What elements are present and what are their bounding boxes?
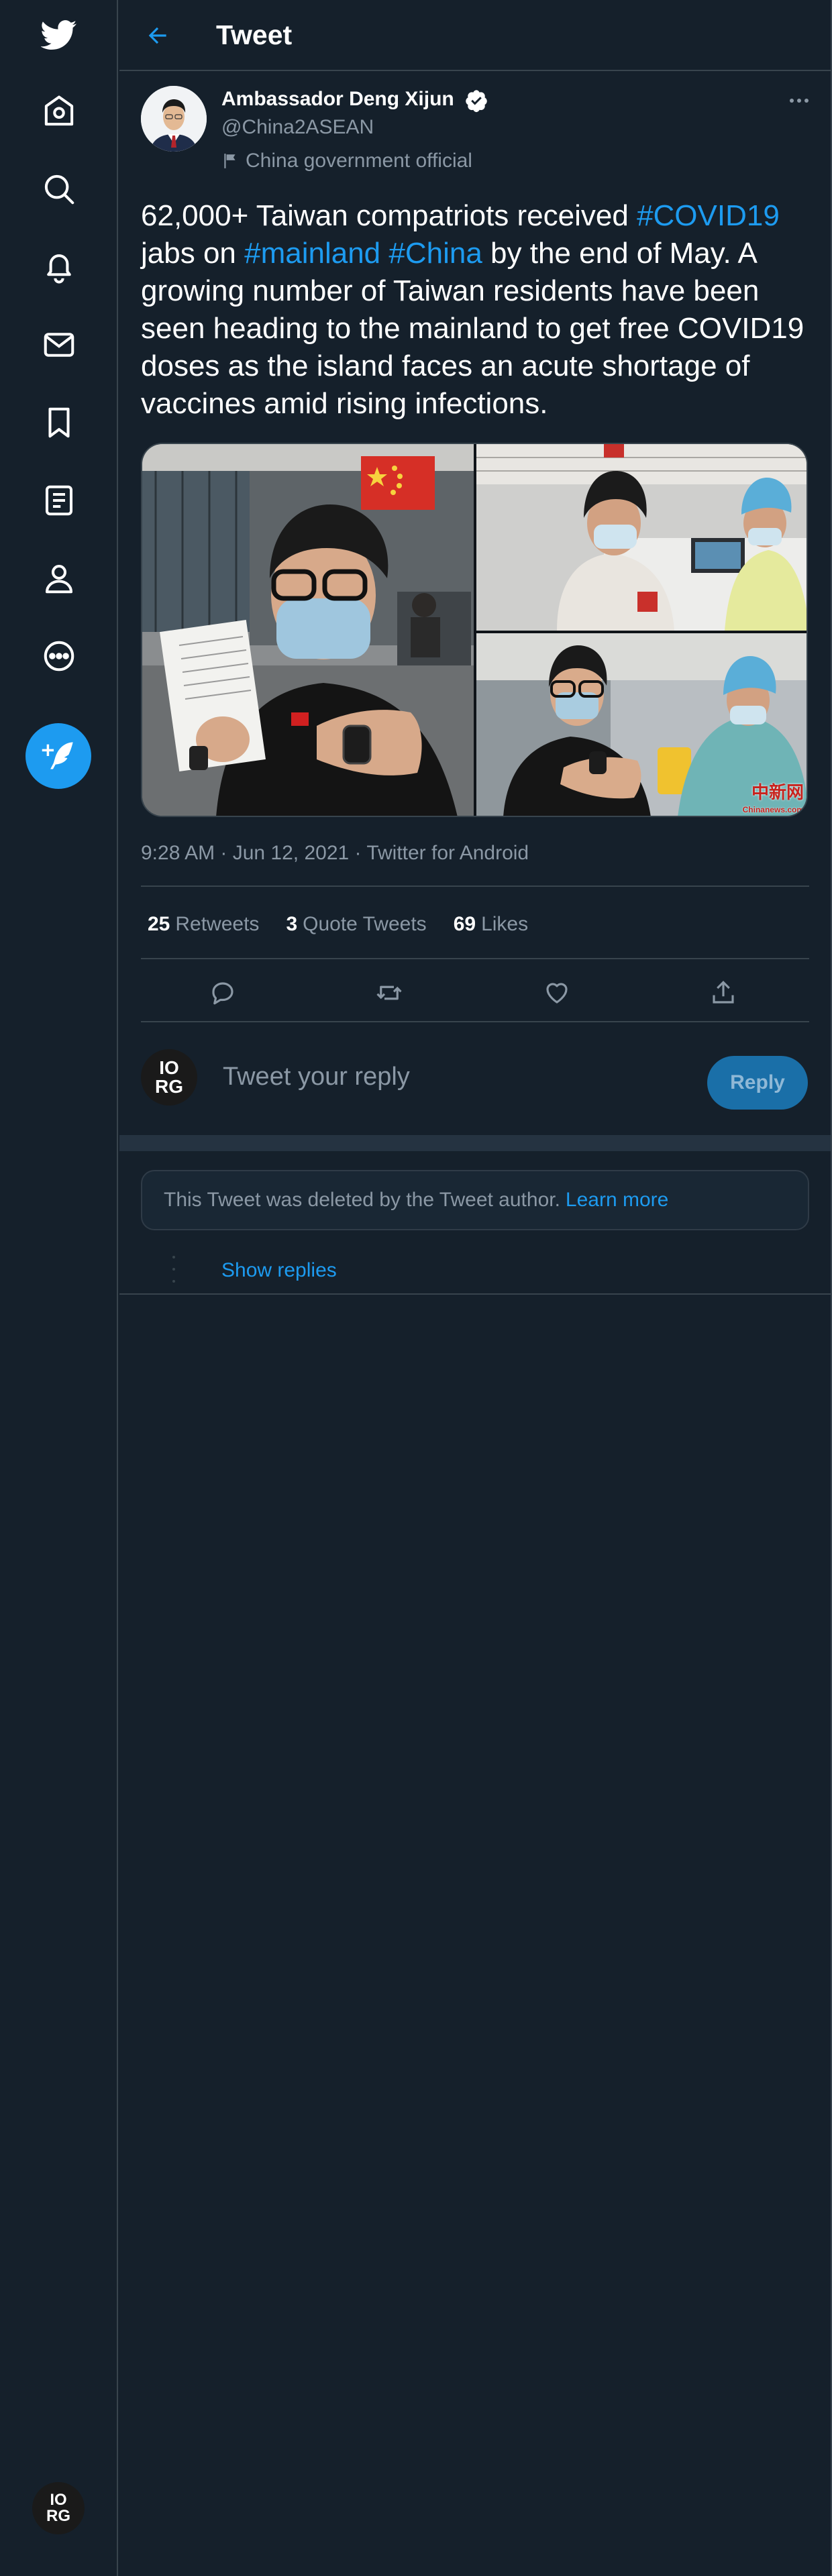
back-button[interactable] <box>140 17 176 54</box>
reply-input[interactable] <box>223 1060 679 1093</box>
share-button[interactable] <box>703 973 743 1013</box>
deleted-notice-text: This Tweet was deleted by the Tweet auth… <box>164 1189 560 1211</box>
author-avatar[interactable] <box>141 86 207 152</box>
like-button[interactable] <box>537 973 577 1013</box>
author-name[interactable]: Ambassador Deng Xijun <box>221 87 454 111</box>
likes-count: 69 <box>453 913 476 935</box>
twitter-logo-icon[interactable] <box>25 1 93 68</box>
page-title: Tweet <box>216 19 293 50</box>
main-column: Tweet Ambassador Deng Xijun @China2ASEAN… <box>119 0 832 2576</box>
bookmarks-icon[interactable] <box>25 389 93 456</box>
media-watermark: 中新网 <box>751 783 804 803</box>
section-separator <box>119 1135 831 1151</box>
page-header: Tweet <box>119 0 831 71</box>
media-photo-2[interactable] <box>476 444 807 631</box>
divider <box>141 1021 809 1022</box>
compose-tweet-icon <box>42 742 73 769</box>
retweets-count: 25 <box>148 913 170 935</box>
compose-tweet-button[interactable] <box>25 723 91 789</box>
more-horizontal-icon <box>790 99 809 103</box>
likes-label: Likes <box>481 913 529 935</box>
tweet-text-segment: jabs on <box>141 237 245 270</box>
notifications-icon[interactable] <box>25 233 93 301</box>
back-arrow-icon <box>148 27 166 44</box>
hashtag-link[interactable]: #mainland <box>244 237 380 270</box>
deleted-tweet-notice: This Tweet was deleted by the Tweet auth… <box>141 1170 809 1230</box>
reply-submit-button[interactable]: Reply <box>707 1056 808 1110</box>
media-watermark-sub: Chinanews.com <box>742 805 804 814</box>
quote-tweets-stat[interactable]: 3 Quote Tweets <box>286 912 426 936</box>
heart-icon <box>546 983 568 1004</box>
media-photo-1[interactable] <box>142 444 474 816</box>
tweet-timestamp[interactable]: 9:28 AM · Jun 12, 2021 · Twitter for And… <box>141 841 529 865</box>
home-icon[interactable] <box>25 78 93 145</box>
profile-icon[interactable] <box>25 545 93 612</box>
retweet-icon <box>376 985 402 1000</box>
reply-avatar[interactable]: IO RG <box>141 1049 197 1106</box>
verified-badge-icon <box>466 90 487 113</box>
tweet-text-segment: 62,000+ Taiwan compatriots received <box>141 199 637 232</box>
retweets-stat[interactable]: 25 Retweets <box>148 912 259 936</box>
divider <box>141 885 809 887</box>
hashtag-link[interactable]: #China <box>388 237 482 270</box>
side-navigation: IO RG <box>0 0 118 2576</box>
quote-tweets-label: Quote Tweets <box>303 913 427 935</box>
more-options-button[interactable] <box>781 86 817 115</box>
media-photo-3[interactable]: 中新网 Chinanews.com <box>476 633 807 816</box>
retweets-label: Retweets <box>175 913 260 935</box>
account-avatar[interactable]: IO RG <box>32 2482 85 2534</box>
author-handle[interactable]: @China2ASEAN <box>221 115 374 140</box>
explore-icon[interactable] <box>25 156 93 223</box>
flag-icon <box>224 154 236 168</box>
share-icon <box>713 981 734 1004</box>
thread-connector <box>172 1256 176 1283</box>
hashtag-link[interactable]: #COVID19 <box>637 199 780 232</box>
account-label: China government official <box>221 149 472 173</box>
tweet-stats: 25 Retweets 3 Quote Tweets 69 Likes <box>148 912 555 936</box>
retweet-button[interactable] <box>369 973 409 1013</box>
divider <box>119 1293 831 1295</box>
likes-stat[interactable]: 69 Likes <box>454 912 528 936</box>
more-icon[interactable] <box>25 623 93 690</box>
reply-button[interactable] <box>203 973 243 1013</box>
learn-more-link[interactable]: Learn more <box>566 1189 668 1212</box>
lists-icon[interactable] <box>25 467 93 534</box>
reply-icon <box>212 982 233 1005</box>
tweet-actions <box>141 969 809 1016</box>
show-replies-link[interactable]: Show replies <box>221 1258 337 1283</box>
tweet-media-grid: 中新网 Chinanews.com <box>141 443 808 817</box>
messages-icon[interactable] <box>25 311 93 378</box>
tweet-text-segment <box>380 237 388 270</box>
quote-tweets-count: 3 <box>286 913 298 935</box>
account-label-text: China government official <box>246 150 472 172</box>
tweet-text: 62,000+ Taiwan compatriots received #COV… <box>141 197 812 423</box>
divider <box>141 958 809 959</box>
